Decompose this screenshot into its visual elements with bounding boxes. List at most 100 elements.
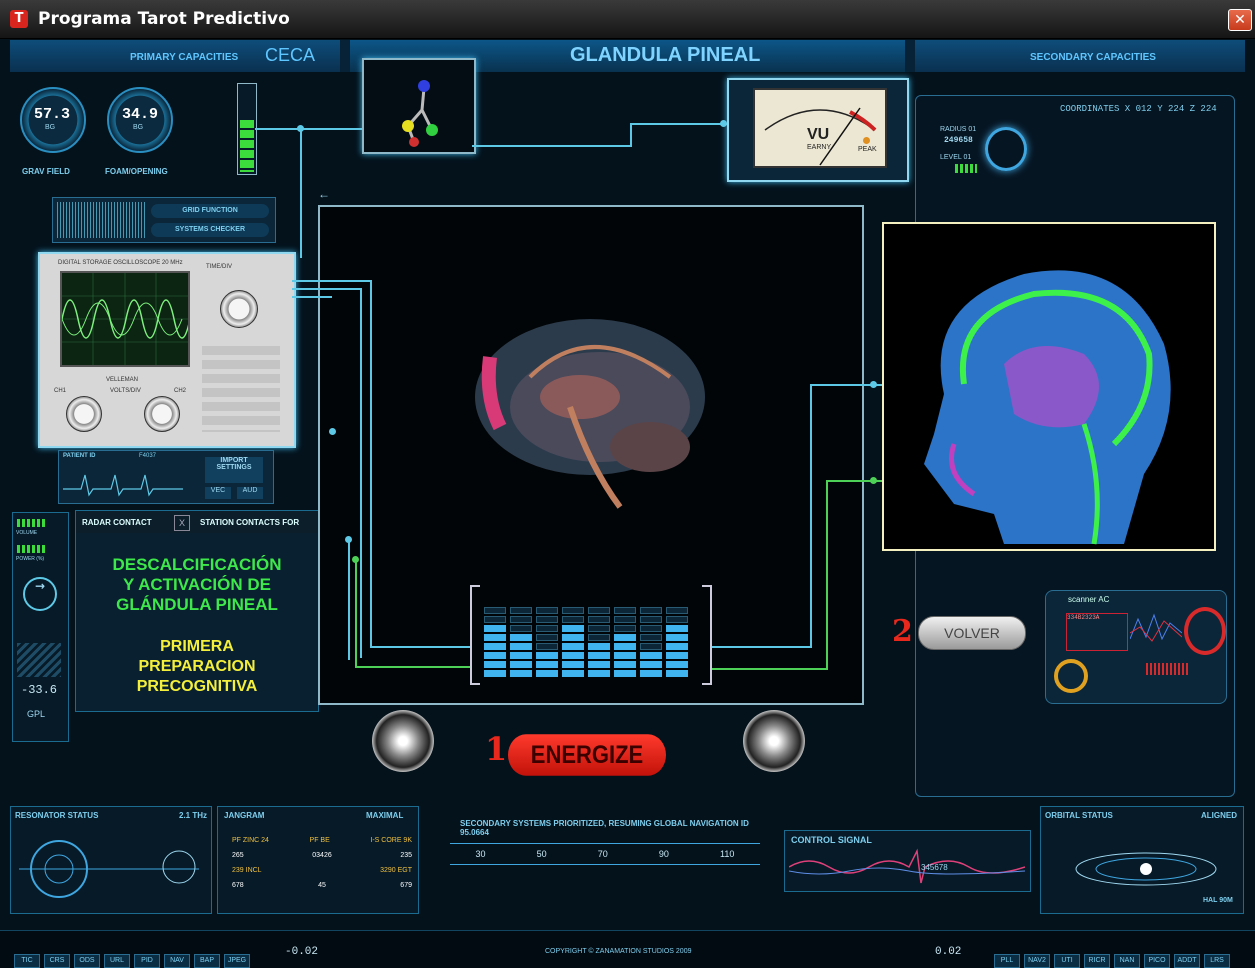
scanner-code: 334B2323A: [1066, 613, 1128, 651]
equalizer-segment: [562, 616, 584, 623]
footer-tab-pll[interactable]: PLL: [994, 954, 1020, 968]
forward-icon[interactable]: →: [23, 577, 57, 611]
primary-capacities-label: PRIMARY CAPACITIES: [130, 52, 239, 63]
equalizer-segment: [536, 643, 558, 650]
navigation-panel: SECONDARY SYSTEMS PRIORITIZED, RESUMING …: [440, 815, 770, 895]
green-line-2: Y ACTIVACIÓN DE: [123, 575, 271, 594]
equalizer-segment: [484, 661, 506, 668]
control-signal-title: CONTROL SIGNAL: [791, 835, 872, 845]
footer-tab-crs[interactable]: CRS: [44, 954, 70, 968]
footer-tab-nan[interactable]: NAN: [1114, 954, 1140, 968]
diagram-cell: 3290 EGT: [380, 867, 412, 874]
oscilloscope: DIGITAL STORAGE OSCILLOSCOPE 20 MHz TIME…: [38, 252, 296, 448]
equalizer-segment: [666, 625, 688, 632]
diagram-cell: 265: [232, 852, 244, 859]
brain-image: [475, 319, 705, 509]
volver-number: 2: [892, 614, 913, 649]
footer-tab-url[interactable]: URL: [104, 954, 130, 968]
back-arrow-icon[interactable]: ←: [318, 187, 330, 201]
diagram-title: JANGRAM: [224, 811, 265, 820]
control-signal-panel: CONTROL SIGNAL 345678: [784, 830, 1031, 892]
volver-button[interactable]: VOLVER: [918, 616, 1026, 650]
vu-peak-label: PEAK: [858, 146, 877, 153]
footer-tab-jpeg[interactable]: JPEG: [224, 954, 250, 968]
equalizer-segment: [562, 670, 584, 677]
patient-panel: PATIENT ID F4037 IMPORT SETTINGS VEC AUD: [58, 450, 274, 504]
equalizer-segment: [510, 607, 532, 614]
footer-tab-tic[interactable]: TIC: [14, 954, 40, 968]
oscilloscope-buttons[interactable]: [202, 346, 280, 432]
wire: [472, 145, 632, 147]
equalizer-segment: [640, 661, 662, 668]
vu-brand: EARNY: [807, 144, 832, 151]
radius-label: RADIUS 01: [940, 126, 977, 133]
aud-button[interactable]: AUD: [237, 487, 263, 499]
footer-tab-ods[interactable]: ODS: [74, 954, 100, 968]
equalizer-column: [666, 605, 688, 677]
footer-tab-pico[interactable]: PICO: [1144, 954, 1170, 968]
orbital-mode: HAL 90M: [1203, 897, 1233, 904]
wire: [712, 646, 812, 648]
grav-field-unit: BG: [45, 124, 56, 131]
footer-tab-nav[interactable]: NAV: [164, 954, 190, 968]
energize-number: 1: [485, 730, 508, 768]
right-reading: 0.02: [935, 946, 962, 958]
import-settings-button[interactable]: IMPORT SETTINGS: [205, 457, 263, 483]
patient-id-label: PATIENT ID: [63, 453, 96, 459]
wire: [292, 296, 332, 298]
equalizer-segment: [536, 625, 558, 632]
wire-node: [870, 477, 877, 484]
footer-tab-uti[interactable]: UTI: [1054, 954, 1080, 968]
wire: [255, 128, 362, 130]
equalizer-segment: [510, 652, 532, 659]
vec-button[interactable]: VEC: [205, 487, 231, 499]
equalizer-column: [484, 605, 506, 677]
ekg-wave: [63, 474, 183, 497]
foam-opening-unit: BG: [133, 124, 144, 131]
diagram-row: 678 45 679: [232, 882, 412, 889]
equalizer-segment: [614, 607, 636, 614]
ch2-knob[interactable]: [144, 396, 180, 432]
radar-close-button[interactable]: X: [174, 515, 190, 531]
footer-tab-ricr[interactable]: RICR: [1084, 954, 1110, 968]
equalizer-column: [614, 605, 636, 677]
diagram-cell: PF BE: [309, 837, 330, 844]
wire: [292, 280, 372, 282]
equalizer: [470, 585, 712, 685]
volume-label: VOLUME: [16, 530, 38, 536]
footer-tab-bap[interactable]: BAP: [194, 954, 220, 968]
footer-tab-pid[interactable]: PID: [134, 954, 160, 968]
molecule-icon: [402, 80, 438, 147]
equalizer-segment: [588, 670, 610, 677]
equalizer-segment: [588, 625, 610, 632]
window-title-bar: T Programa Tarot Predictivo ✕: [0, 0, 1255, 39]
energize-button[interactable]: ENERGIZE: [508, 734, 666, 776]
left-reading: -0.02: [285, 946, 319, 958]
footer-tab-lrs[interactable]: LRS: [1204, 954, 1230, 968]
radar-contact-label: RADAR CONTACT: [82, 518, 152, 527]
equalizer-columns: [484, 589, 698, 677]
equalizer-segment: [614, 634, 636, 641]
equalizer-segment: [614, 643, 636, 650]
grid-function-button[interactable]: GRID FUNCTION: [151, 204, 269, 218]
resonator-value: 2.1 THz: [179, 811, 208, 820]
equalizer-segment: [588, 607, 610, 614]
grav-field-label: GRAV FIELD: [22, 167, 70, 176]
scanner-knob-icon[interactable]: [1054, 659, 1088, 693]
page-title: GLANDULA PINEAL: [570, 44, 761, 66]
equalizer-column: [510, 605, 532, 677]
footer-tab-addt[interactable]: ADDT: [1174, 954, 1200, 968]
equalizer-segment: [666, 634, 688, 641]
main-green-text: DESCALCIFICACIÓN Y ACTIVACIÓN DE GLÁNDUL…: [76, 555, 318, 615]
wire: [370, 646, 470, 648]
systems-checker-button[interactable]: SYSTEMS CHECKER: [151, 223, 269, 237]
footer-tab-nav2[interactable]: NAV2: [1024, 954, 1050, 968]
nav-tick: 90: [658, 849, 669, 859]
diagram-row: PF ZINC 24 PF BE I-S CORE 9K: [232, 837, 412, 844]
ch1-knob[interactable]: [66, 396, 102, 432]
equalizer-segment: [484, 670, 506, 677]
scanner-ring-icon: [1184, 607, 1226, 655]
equalizer-segment: [536, 634, 558, 641]
close-button[interactable]: ✕: [1228, 9, 1252, 31]
timediv-knob[interactable]: [220, 290, 258, 328]
